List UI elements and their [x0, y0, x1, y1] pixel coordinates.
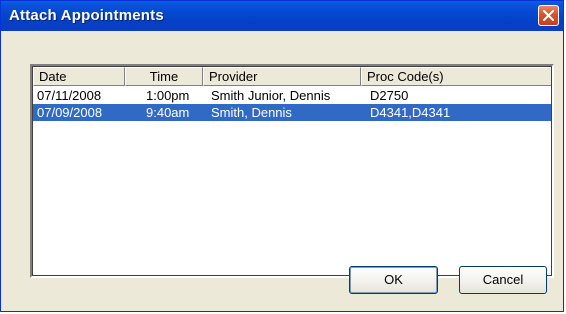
- list-header: Date Time Provider Proc Code(s): [33, 67, 551, 86]
- cell-date: 07/11/2008: [37, 88, 102, 103]
- cell-proc-codes: D4341,D4341: [370, 105, 451, 120]
- cell-time: 9:40am: [146, 105, 190, 120]
- cell-time: 1:00pm: [146, 88, 190, 103]
- cell-provider: Smith, Dennis: [211, 105, 292, 120]
- column-header-time[interactable]: Time: [125, 67, 203, 86]
- cell-proc-codes: D2750: [370, 88, 409, 103]
- cell-date: 07/09/2008: [37, 105, 103, 120]
- column-header-date[interactable]: Date: [33, 67, 125, 86]
- ok-button[interactable]: OK: [349, 266, 438, 294]
- close-button[interactable]: [538, 5, 559, 26]
- appointments-list-viewport: Date Time Provider Proc Code(s) 07/11/20…: [33, 67, 551, 275]
- title-bar[interactable]: Attach Appointments: [1, 1, 563, 31]
- appointments-list[interactable]: Date Time Provider Proc Code(s) 07/11/20…: [30, 64, 554, 278]
- close-icon: [543, 10, 554, 21]
- cancel-button[interactable]: Cancel: [459, 266, 547, 294]
- table-row[interactable]: 07/11/2008 1:00pm Smith Junior, Dennis D…: [33, 87, 551, 104]
- attach-appointments-dialog: Attach Appointments Date Time Provider P…: [0, 0, 564, 312]
- dialog-title: Attach Appointments: [9, 7, 164, 24]
- column-header-proc-codes[interactable]: Proc Code(s): [361, 67, 551, 86]
- column-header-provider[interactable]: Provider: [203, 67, 361, 86]
- cell-provider: Smith Junior, Dennis: [211, 88, 331, 103]
- table-row-selected[interactable]: 07/09/2008 9:40am Smith, Dennis D4341,D4…: [33, 104, 551, 121]
